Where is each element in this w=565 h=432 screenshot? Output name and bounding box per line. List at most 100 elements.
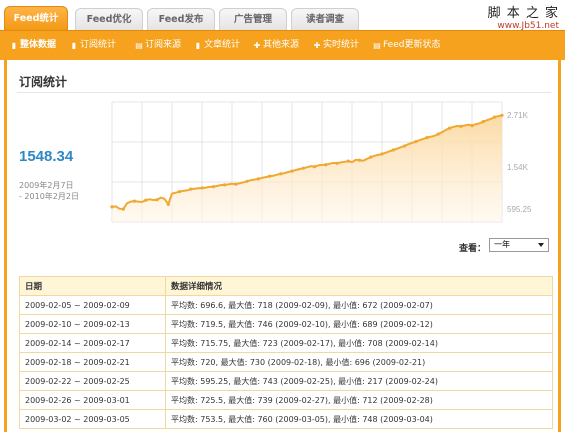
- stats-panel: 订阅统计 1548.34 2009年2月7日 - 2010年2月2日 2.71K…: [4, 60, 561, 432]
- stats-table: 日期 数据详细情况 2009-02-05 ~ 2009-02-09 平均数: 69…: [19, 276, 553, 429]
- data-point: [380, 152, 384, 156]
- title-divider: [17, 92, 551, 93]
- data-point: [144, 198, 148, 202]
- row-details: 平均数: 753.5, 最大值: 760 (2009-03-05), 最小值: …: [165, 409, 553, 429]
- column-header-date: 日期: [19, 276, 166, 296]
- chart-bar-icon: ▮: [11, 41, 17, 50]
- data-point: [267, 174, 272, 178]
- subnav-overall-data[interactable]: ▮ 整体数据: [10, 31, 56, 61]
- date-to: - 2010年2月2日: [19, 192, 79, 201]
- subnav-label: 订阅来源: [145, 40, 182, 50]
- view-period-select[interactable]: 一年: [489, 238, 549, 252]
- table-row: 2009-02-22 ~ 2009-02-25 平均数: 595.25, 最大值:…: [19, 371, 553, 391]
- chart-bar-icon: ▮: [195, 41, 201, 50]
- data-point: [222, 183, 227, 187]
- row-details: 平均数: 715.75, 最大值: 723 (2009-02-17), 最小值:…: [165, 333, 553, 353]
- subnav-subscription-sources[interactable]: ▤ 订阅来源: [135, 31, 181, 61]
- data-point: [436, 132, 440, 136]
- data-point: [245, 179, 249, 183]
- tab-feed-publish[interactable]: Feed发布: [147, 8, 215, 30]
- data-point: [447, 126, 452, 130]
- data-point: [391, 148, 395, 152]
- data-point: [279, 172, 283, 176]
- tab-feed-optimize[interactable]: Feed优化: [75, 8, 143, 30]
- table-header-row: 日期 数据详细情况: [19, 276, 553, 296]
- tab-feed-stats[interactable]: Feed统计: [4, 6, 68, 30]
- row-date: 2009-02-10 ~ 2009-02-13: [19, 314, 166, 334]
- row-details: 平均数: 720, 最大值: 730 (2009-02-18), 最小值: 69…: [165, 352, 553, 372]
- y-tick-label: 595.25: [507, 205, 532, 214]
- site-watermark: 脚 本 之 家 www.Jb51.net: [488, 2, 559, 31]
- top-tab-bar: Feed统计 Feed优化 Feed发布 广告管理 读者调查 脚 本 之 家 w…: [0, 0, 565, 31]
- data-point: [357, 158, 362, 162]
- subnav-subscription-stats[interactable]: ▮ 订阅统计: [70, 31, 116, 61]
- table-row: 2009-02-05 ~ 2009-02-09 平均数: 696.6, 最大值: …: [19, 295, 553, 315]
- subnav-other-sources[interactable]: ✚ 其他来源: [253, 31, 299, 61]
- data-point: [312, 165, 317, 169]
- y-tick-label: 2.71K: [507, 111, 529, 120]
- subnav-feed-update-status[interactable]: ▤ Feed更新状态: [373, 31, 440, 61]
- data-point: [290, 169, 294, 173]
- sub-navigation: ▮ 整体数据 ▮ 订阅统计 ▤ 订阅来源 ▮ 文章统计 ✚ 其他来源 ✚ 实时统计 ▤ Fee…: [0, 30, 565, 60]
- column-header-details: 数据详细情况: [165, 276, 553, 296]
- subnav-label: Feed更新状态: [383, 40, 441, 50]
- data-point: [234, 182, 238, 186]
- row-details: 平均数: 595.25, 最大值: 743 (2009-02-25), 最小值:…: [165, 371, 553, 391]
- document-icon: ▤: [373, 41, 381, 50]
- table-row: 2009-02-18 ~ 2009-02-21 平均数: 720, 最大值: 73…: [19, 352, 553, 372]
- data-point: [346, 159, 350, 163]
- view-period-value: 一年: [494, 240, 510, 249]
- subnav-label: 订阅统计: [80, 40, 117, 50]
- panel-title: 订阅统计: [19, 75, 68, 89]
- data-point: [335, 161, 339, 165]
- watermark-title: 脚 本 之 家: [487, 6, 559, 21]
- table-row: 2009-02-26 ~ 2009-03-01 平均数: 725.5, 最大值: …: [19, 390, 553, 410]
- feed-stats-page: Feed统计 Feed优化 Feed发布 广告管理 读者调查 脚 本 之 家 w…: [0, 0, 565, 432]
- row-details: 平均数: 719.5, 最大值: 746 (2009-02-10), 最小值: …: [165, 314, 553, 334]
- subscriber-count: 1548.34: [19, 148, 74, 165]
- data-point: [301, 166, 305, 170]
- data-point: [459, 124, 463, 128]
- data-point: [470, 124, 474, 128]
- data-point: [189, 187, 193, 191]
- data-point: [177, 190, 182, 194]
- view-period-label: 查看：: [459, 244, 487, 254]
- subnav-article-stats[interactable]: ▮ 文章统计: [194, 31, 240, 61]
- tab-reader-survey[interactable]: 读者调查: [291, 8, 359, 30]
- subnav-label: 实时统计: [323, 40, 360, 50]
- subnav-label: 文章统计: [204, 40, 241, 50]
- subnav-label: 整体数据: [20, 40, 57, 50]
- chevron-down-icon: [538, 243, 544, 247]
- row-date: 2009-02-18 ~ 2009-02-21: [19, 352, 166, 372]
- plus-icon: ✚: [313, 41, 321, 50]
- data-point: [155, 198, 159, 202]
- chart-bar-icon: ▮: [71, 41, 77, 50]
- data-point: [256, 177, 260, 181]
- table-row: 2009-03-02 ~ 2009-03-05 平均数: 753.5, 最大值: …: [19, 409, 553, 429]
- plus-icon: ✚: [253, 41, 261, 50]
- row-date: 2009-02-05 ~ 2009-02-09: [19, 295, 166, 315]
- row-details: 平均数: 725.5, 最大值: 739 (2009-02-27), 最小值: …: [165, 390, 553, 410]
- data-point: [425, 136, 429, 140]
- data-point: [324, 163, 328, 167]
- data-point: [211, 185, 215, 189]
- date-from: 2009年2月7日: [19, 181, 74, 190]
- data-point: [121, 207, 125, 211]
- y-tick-label: 1.54K: [507, 163, 529, 172]
- tab-ad-manage[interactable]: 广告管理: [219, 8, 287, 30]
- subnav-realtime-stats[interactable]: ✚ 实时统计: [313, 31, 359, 61]
- data-point: [200, 186, 204, 190]
- row-date: 2009-02-14 ~ 2009-02-17: [19, 333, 166, 353]
- row-date: 2009-02-26 ~ 2009-03-01: [19, 390, 166, 410]
- data-point: [414, 140, 418, 144]
- data-point: [492, 115, 497, 119]
- row-date: 2009-02-22 ~ 2009-02-25: [19, 371, 166, 391]
- date-range: 2009年2月7日 - 2010年2月2日: [19, 180, 79, 202]
- document-icon: ▤: [135, 41, 143, 50]
- table-row: 2009-02-14 ~ 2009-02-17 平均数: 715.75, 最大值:…: [19, 333, 553, 353]
- data-point: [132, 199, 137, 203]
- data-point: [110, 205, 114, 209]
- data-point: [500, 113, 504, 117]
- row-date: 2009-03-02 ~ 2009-03-05: [19, 409, 166, 429]
- data-point: [166, 202, 170, 206]
